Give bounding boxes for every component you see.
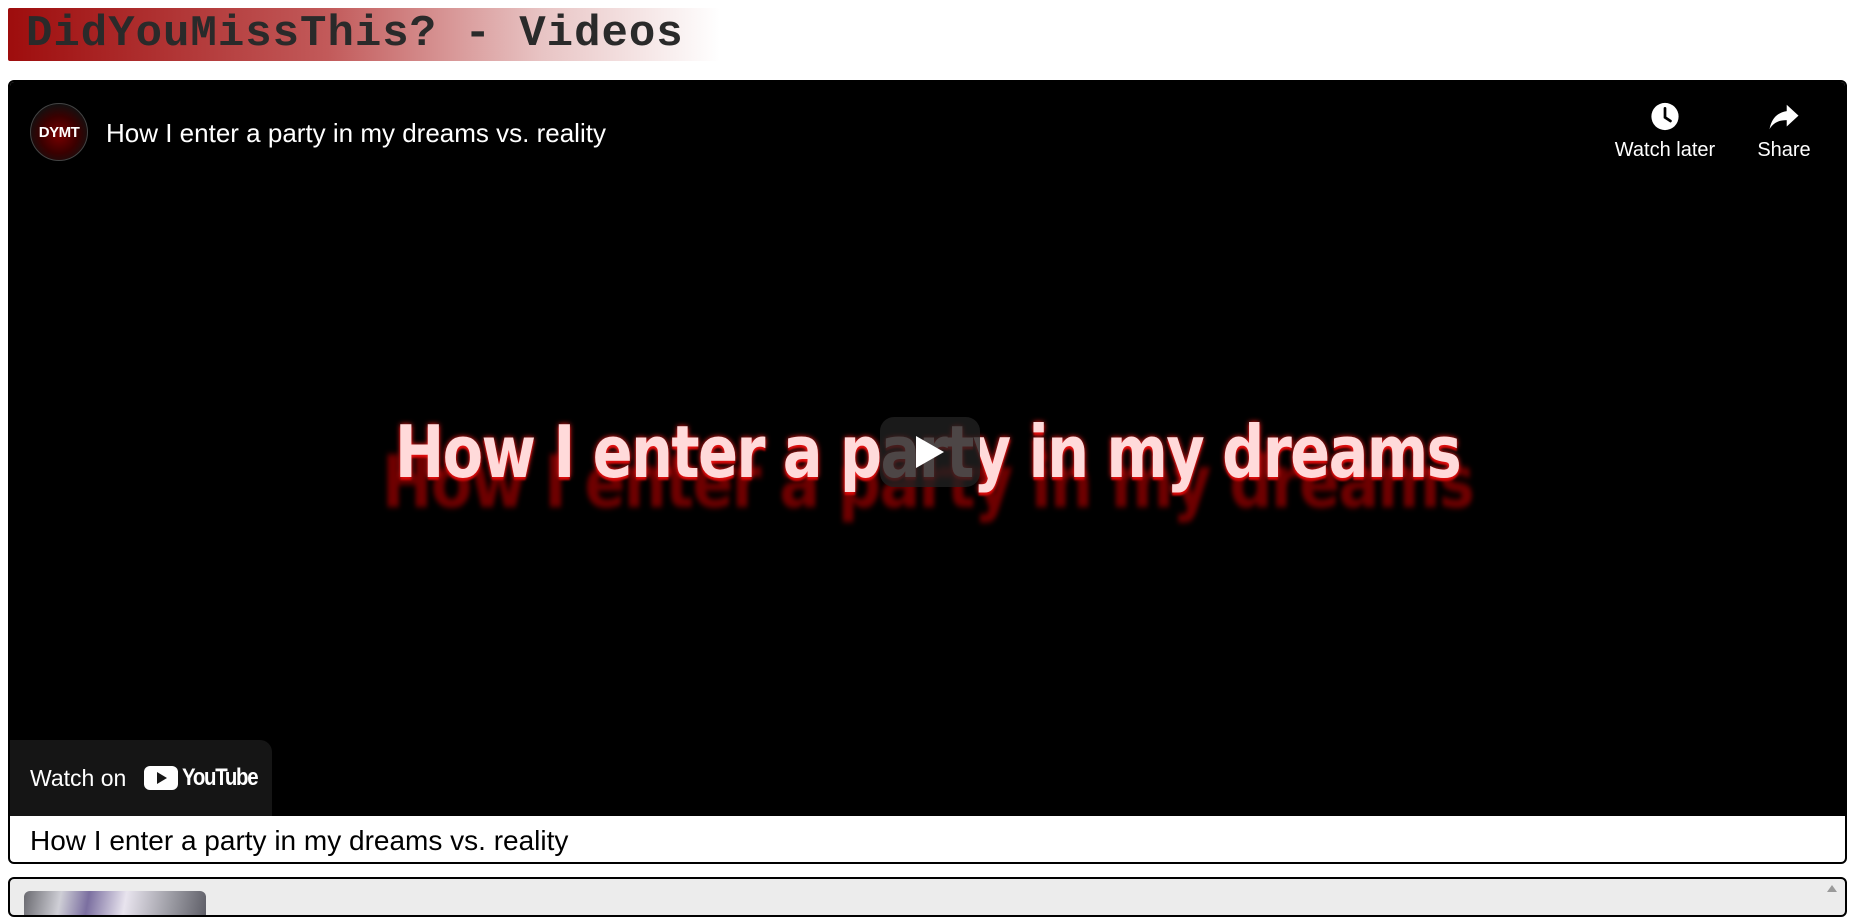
next-video-card (8, 877, 1847, 917)
channel-avatar[interactable]: DYMT (30, 103, 88, 161)
youtube-logo: YouTube (144, 764, 271, 792)
player-video-title[interactable]: How I enter a party in my dreams vs. rea… (106, 118, 606, 148)
next-video-thumbnail[interactable] (24, 891, 206, 915)
watch-later-button[interactable]: Watch later (1600, 102, 1730, 162)
youtube-wordmark: YouTube (182, 764, 259, 791)
play-icon (916, 436, 944, 468)
share-arrow-icon (1769, 104, 1799, 130)
video-caption: How I enter a party in my dreams vs. rea… (30, 825, 569, 856)
play-button[interactable] (880, 417, 980, 487)
site-title: DidYouMissThis? - Videos (26, 9, 684, 59)
channel-avatar-text: DYMT (38, 123, 80, 141)
watch-later-label: Watch later (1614, 139, 1716, 161)
watch-on-label: Watch on (30, 764, 127, 791)
share-button[interactable]: Share (1719, 102, 1845, 162)
share-label: Share (1757, 139, 1811, 161)
watch-on-youtube-button[interactable]: Watch on YouTube (10, 740, 272, 816)
youtube-player[interactable]: DYMT How I enter a party in my dreams vs… (10, 82, 1845, 816)
youtube-play-logo-icon (144, 766, 179, 790)
scroll-up-arrow-icon[interactable] (1827, 885, 1837, 892)
video-card: DYMT How I enter a party in my dreams vs… (8, 80, 1847, 864)
site-header: DidYouMissThis? - Videos (8, 8, 720, 61)
clock-icon (1651, 102, 1679, 131)
